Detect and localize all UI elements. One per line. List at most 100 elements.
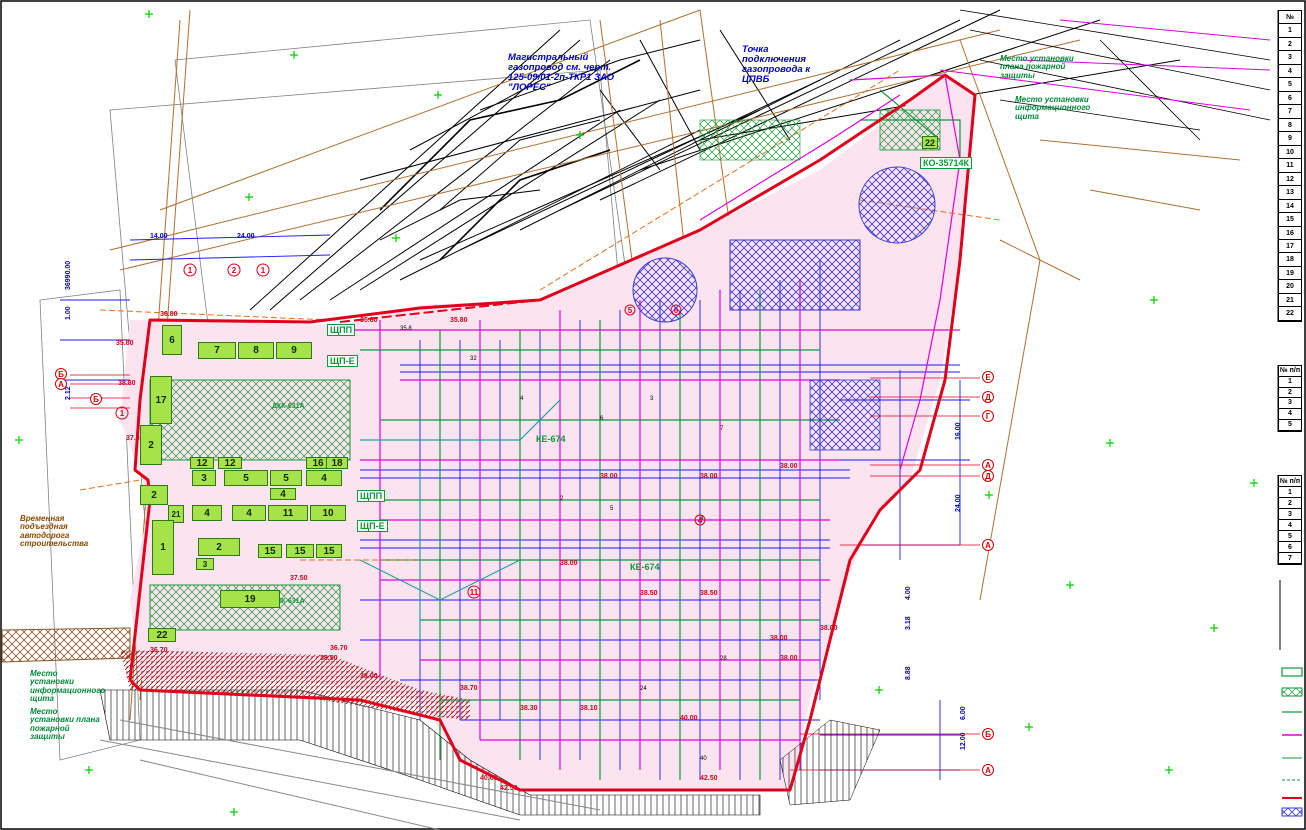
building-9: 9 bbox=[276, 342, 312, 359]
svg-text:4: 4 bbox=[698, 516, 703, 525]
axis-marker: Е bbox=[982, 371, 994, 383]
equipment-table: № п/п 1 2 3 4 5 bbox=[1278, 365, 1302, 432]
panel-table: № п/п 1 2 3 4 5 6 7 bbox=[1278, 475, 1302, 565]
table-row: 4 bbox=[1279, 520, 1301, 531]
axis-marker: А bbox=[982, 539, 994, 551]
axis-marker: А bbox=[55, 378, 67, 390]
svg-text:24.00: 24.00 bbox=[237, 233, 255, 240]
building-5a: 5 bbox=[224, 470, 268, 486]
svg-text:36.70: 36.70 bbox=[150, 647, 168, 654]
marker-22-top: 22 bbox=[922, 136, 938, 149]
svg-text:38.00: 38.00 bbox=[360, 673, 378, 680]
svg-text:40.00: 40.00 bbox=[680, 715, 698, 722]
axis-marker: А bbox=[982, 764, 994, 776]
building-12a: 12 bbox=[190, 457, 214, 469]
svg-text:1: 1 bbox=[120, 409, 125, 418]
svg-text:38.10: 38.10 bbox=[580, 705, 598, 712]
building-4d: 4 bbox=[232, 505, 266, 521]
svg-text:38.50: 38.50 bbox=[700, 590, 718, 597]
svg-text:35.8: 35.8 bbox=[400, 326, 412, 332]
svg-text:38.50: 38.50 bbox=[640, 590, 658, 597]
panel-label-shpe-2: ЩП-Е bbox=[357, 520, 388, 532]
svg-text:36.80: 36.80 bbox=[160, 311, 178, 318]
site-plan-drawing: 36.8035.8038.80 37.8035.80 35.80 38.00 38.… bbox=[0, 0, 1306, 830]
svg-text:1: 1 bbox=[261, 266, 266, 275]
svg-text:40.60: 40.60 bbox=[480, 775, 498, 782]
svg-text:1.00: 1.00 bbox=[65, 306, 72, 320]
table-row: 7 bbox=[1279, 105, 1301, 119]
table-row: 3 bbox=[1279, 398, 1301, 410]
building-2c: 2 bbox=[198, 538, 240, 556]
building-22: 22 bbox=[148, 628, 176, 642]
svg-text:38.00: 38.00 bbox=[600, 473, 618, 480]
building-4c: 4 bbox=[192, 505, 222, 521]
axis-marker: Д bbox=[982, 470, 994, 482]
svg-text:38.50: 38.50 bbox=[320, 655, 338, 662]
svg-text:4.00: 4.00 bbox=[905, 586, 912, 600]
svg-text:38.00: 38.00 bbox=[770, 635, 788, 642]
table-row: 5 bbox=[1279, 78, 1301, 92]
building-15a: 15 bbox=[258, 544, 282, 558]
crane-label-dkk-top: ДКК-631А bbox=[272, 403, 305, 410]
svg-text:42.50: 42.50 bbox=[700, 775, 718, 782]
svg-text:11: 11 bbox=[470, 588, 479, 597]
svg-text:36.70: 36.70 bbox=[330, 645, 348, 652]
table-row: 5 bbox=[1279, 531, 1301, 542]
table-row: 14 bbox=[1279, 200, 1301, 214]
svg-text:5: 5 bbox=[628, 306, 633, 315]
svg-text:35.80: 35.80 bbox=[116, 340, 134, 347]
axis-marker: Д bbox=[982, 391, 994, 403]
table-row: 3 bbox=[1279, 509, 1301, 520]
table-row: 10 bbox=[1279, 146, 1301, 160]
table-row: 5 bbox=[1279, 420, 1301, 431]
svg-text:1: 1 bbox=[188, 266, 193, 275]
table-row: 2 bbox=[1279, 388, 1301, 399]
table-row: 17 bbox=[1279, 240, 1301, 254]
building-6: 6 bbox=[162, 325, 182, 355]
building-19: 19 bbox=[220, 590, 280, 608]
svg-text:6.00: 6.00 bbox=[960, 706, 967, 720]
svg-text:38.00: 38.00 bbox=[780, 463, 798, 470]
building-18: 18 bbox=[326, 457, 348, 469]
svg-text:38.80: 38.80 bbox=[118, 380, 136, 387]
building-4a: 4 bbox=[306, 470, 342, 486]
building-3a: 3 bbox=[192, 470, 216, 486]
table-row: 12 bbox=[1279, 173, 1301, 187]
table-row: 7 bbox=[1279, 553, 1301, 564]
building-7: 7 bbox=[198, 342, 236, 359]
building-1: 1 bbox=[152, 520, 174, 575]
svg-text:28: 28 bbox=[720, 656, 727, 662]
building-5b: 5 bbox=[270, 470, 302, 486]
svg-text:38.00: 38.00 bbox=[820, 625, 838, 632]
building-2b: 2 bbox=[140, 485, 168, 505]
svg-text:37.50: 37.50 bbox=[290, 575, 308, 582]
svg-text:3.18: 3.18 bbox=[905, 616, 912, 630]
table-row: 1 bbox=[1279, 24, 1301, 38]
svg-text:38.00: 38.00 bbox=[780, 655, 798, 662]
svg-text:2: 2 bbox=[232, 266, 237, 275]
svg-text:42.50: 42.50 bbox=[500, 785, 518, 792]
table-row: № п/п bbox=[1279, 366, 1301, 377]
svg-text:40: 40 bbox=[700, 756, 707, 762]
table-row: 6 bbox=[1279, 542, 1301, 553]
svg-text:38.30: 38.30 bbox=[520, 705, 538, 712]
panel-label-shpp-1: ЩПП bbox=[327, 324, 356, 336]
panel-label-shpe-1: ЩП-Е bbox=[327, 355, 358, 367]
crane-label-ke-a: КЕ-674 bbox=[536, 434, 566, 444]
building-2a: 2 bbox=[140, 425, 162, 465]
building-4b: 4 bbox=[270, 488, 296, 500]
building-11: 11 bbox=[268, 505, 308, 521]
table-row: 4 bbox=[1279, 65, 1301, 79]
building-8: 8 bbox=[238, 342, 274, 359]
building-12b: 12 bbox=[218, 457, 242, 469]
table-row: № bbox=[1279, 11, 1301, 25]
svg-text:14.00: 14.00 bbox=[150, 233, 168, 240]
table-row: 2 bbox=[1279, 38, 1301, 52]
svg-text:32: 32 bbox=[470, 356, 477, 362]
svg-text:35.80: 35.80 bbox=[450, 317, 468, 324]
table-row: 22 bbox=[1279, 307, 1301, 321]
temp-road-note: Временная подъездная автодорога строител… bbox=[20, 514, 89, 549]
axis-marker: Б bbox=[982, 728, 994, 740]
table-row: 19 bbox=[1279, 267, 1301, 281]
table-row: 21 bbox=[1279, 294, 1301, 308]
